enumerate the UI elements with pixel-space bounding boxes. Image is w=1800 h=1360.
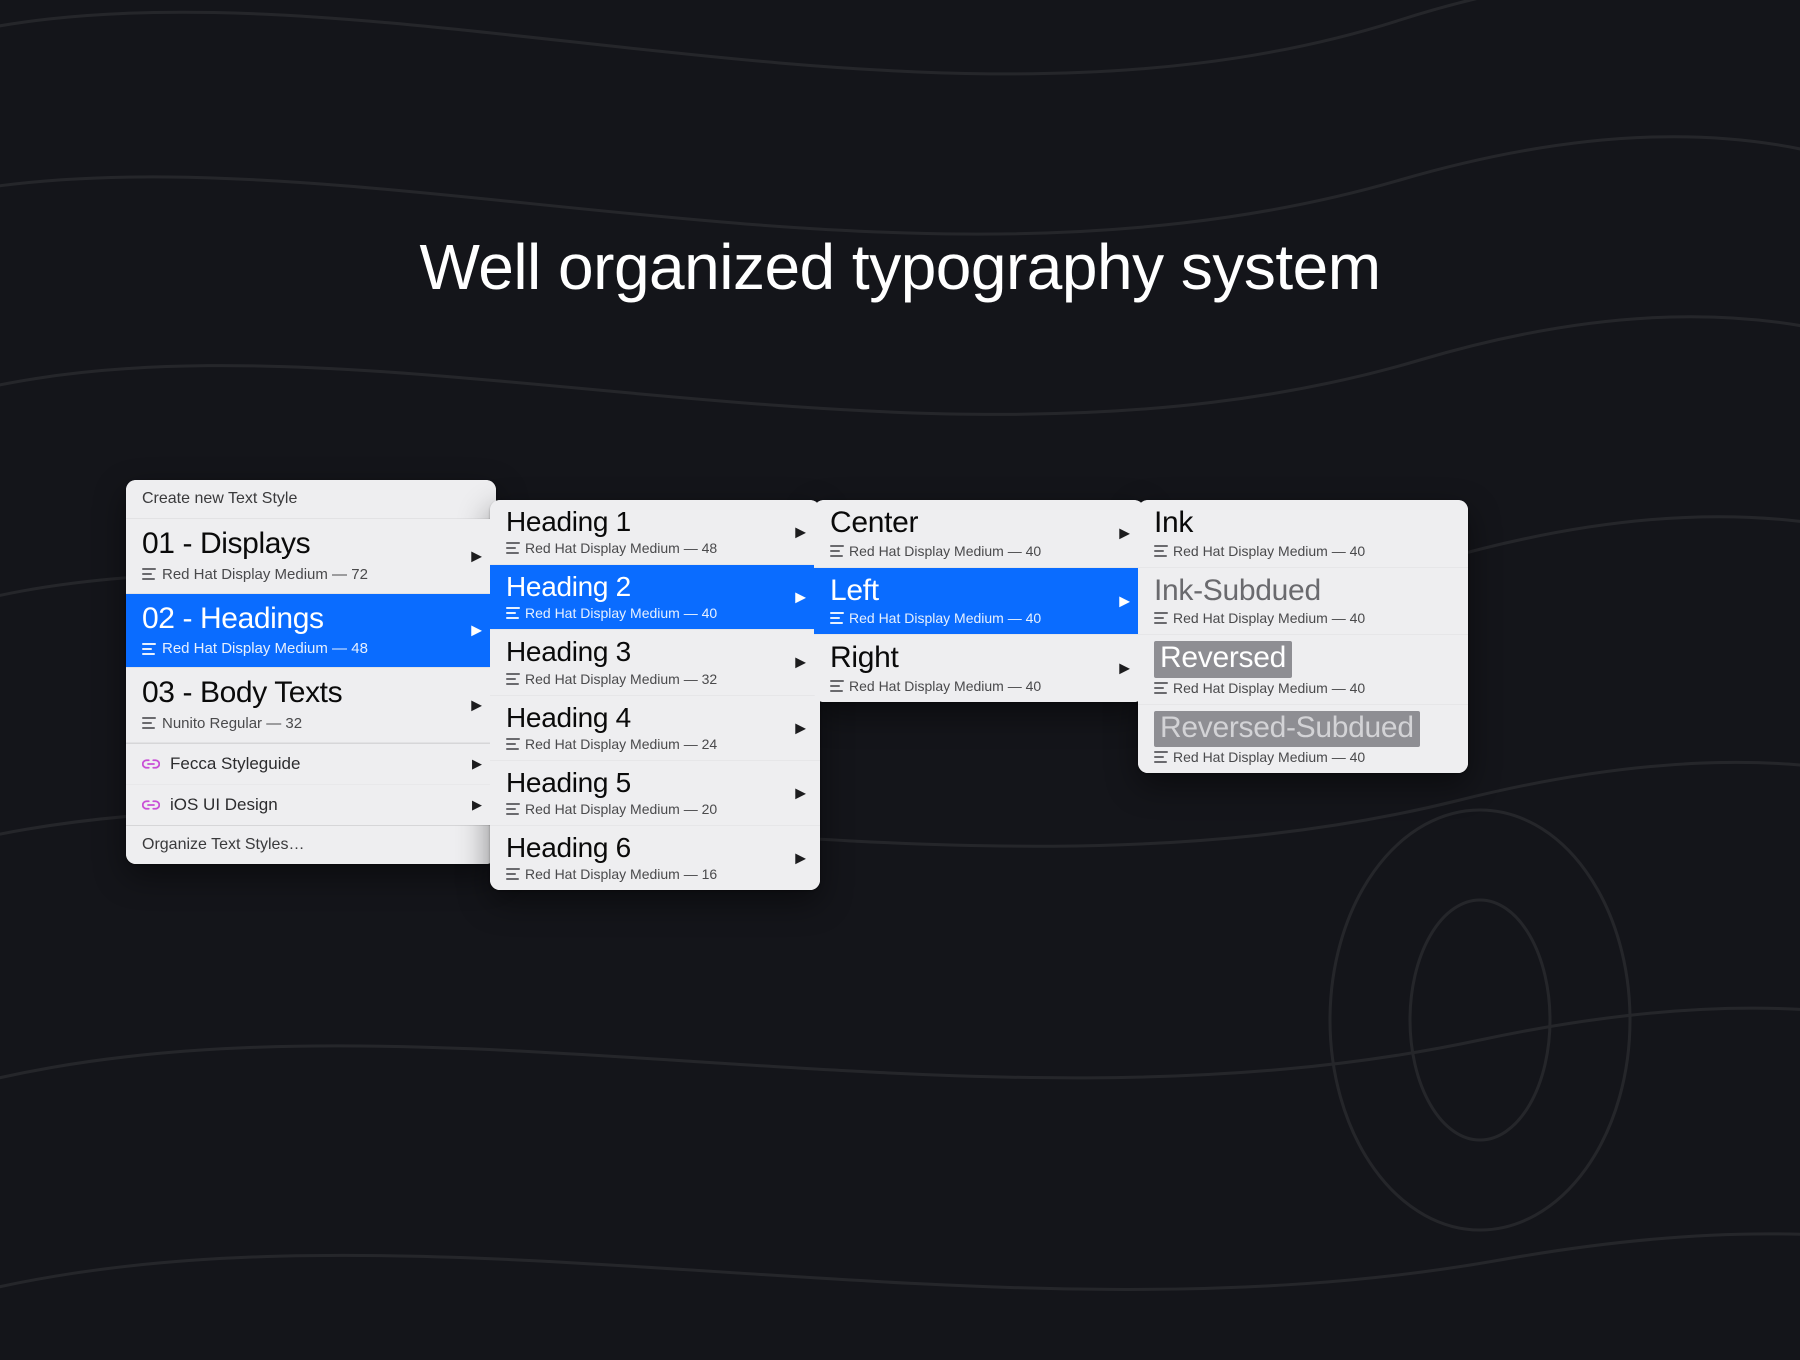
style-meta: Red Hat Display Medium — 40 xyxy=(506,605,804,621)
chevron-right-icon: ▶ xyxy=(1119,660,1130,677)
align-icon xyxy=(830,612,844,624)
text-style-root-menu: Create new Text Style 01 - Displays Red … xyxy=(126,480,496,864)
style-meta: Red Hat Display Medium — 40 xyxy=(830,678,1128,694)
library-link-fecca[interactable]: Fecca Styleguide ▶ xyxy=(126,743,496,784)
variant-ink-subdued[interactable]: Ink-Subdued Red Hat Display Medium — 40 xyxy=(1138,568,1468,636)
style-meta: Red Hat Display Medium — 40 xyxy=(1154,610,1452,626)
variant-reversed-subdued[interactable]: Reversed-Subdued Red Hat Display Medium … xyxy=(1138,705,1468,774)
style-meta: Red Hat Display Medium — 20 xyxy=(506,801,804,817)
style-label: Heading 4 xyxy=(506,702,804,734)
chevron-right-icon: ▶ xyxy=(1119,525,1130,542)
chevron-right-icon: ▶ xyxy=(471,622,482,639)
heading-1[interactable]: Heading 1 Red Hat Display Medium — 48 ▶ xyxy=(490,500,820,565)
style-label: Right xyxy=(830,641,1128,676)
style-meta: Red Hat Display Medium — 48 xyxy=(506,540,804,556)
align-icon xyxy=(506,673,520,685)
chevron-right-icon: ▶ xyxy=(795,589,806,606)
chevron-right-icon: ▶ xyxy=(472,797,482,813)
library-link-label: Fecca Styleguide xyxy=(170,754,300,774)
style-group-meta: Red Hat Display Medium — 48 xyxy=(142,640,480,657)
chevron-right-icon: ▶ xyxy=(795,719,806,736)
style-label: Heading 1 xyxy=(506,506,804,538)
link-icon xyxy=(142,757,160,771)
align-right[interactable]: Right Red Hat Display Medium — 40 ▶ xyxy=(814,635,1144,702)
style-group-label: 01 - Displays xyxy=(142,527,480,562)
align-center[interactable]: Center Red Hat Display Medium — 40 ▶ xyxy=(814,500,1144,568)
variant-ink[interactable]: Ink Red Hat Display Medium — 40 xyxy=(1138,500,1468,568)
align-icon xyxy=(506,738,520,750)
style-meta: Red Hat Display Medium — 16 xyxy=(506,866,804,882)
variant-reversed[interactable]: Reversed Red Hat Display Medium — 40 xyxy=(1138,635,1468,705)
chevron-right-icon: ▶ xyxy=(471,696,482,713)
style-meta: Red Hat Display Medium — 40 xyxy=(1154,749,1452,765)
heading-5[interactable]: Heading 5 Red Hat Display Medium — 20 ▶ xyxy=(490,761,820,826)
align-left[interactable]: Left Red Hat Display Medium — 40 ▶ xyxy=(814,568,1144,636)
align-icon xyxy=(830,545,844,557)
align-icon xyxy=(142,568,156,580)
style-label: Heading 3 xyxy=(506,636,804,668)
align-icon xyxy=(506,803,520,815)
headings-submenu: Heading 1 Red Hat Display Medium — 48 ▶ … xyxy=(490,500,820,890)
style-meta: Red Hat Display Medium — 40 xyxy=(1154,680,1452,696)
style-label: Reversed-Subdued xyxy=(1154,711,1420,748)
chevron-right-icon: ▶ xyxy=(795,524,806,541)
heading-2[interactable]: Heading 2 Red Hat Display Medium — 40 ▶ xyxy=(490,565,820,630)
style-group-label: 02 - Headings xyxy=(142,602,480,637)
style-group-displays[interactable]: 01 - Displays Red Hat Display Medium — 7… xyxy=(126,519,496,594)
library-link-ios[interactable]: iOS UI Design ▶ xyxy=(126,784,496,825)
style-menu-cascade: Create new Text Style 01 - Displays Red … xyxy=(126,480,1468,890)
organize-text-styles[interactable]: Organize Text Styles… xyxy=(126,825,496,864)
alignment-submenu: Center Red Hat Display Medium — 40 ▶ Lef… xyxy=(814,500,1144,702)
link-icon xyxy=(142,798,160,812)
style-meta: Red Hat Display Medium — 40 xyxy=(830,543,1128,559)
page-title: Well organized typography system xyxy=(0,230,1800,304)
align-icon xyxy=(506,542,520,554)
align-icon xyxy=(142,717,156,729)
style-group-label: 03 - Body Texts xyxy=(142,676,480,711)
style-group-body-texts[interactable]: 03 - Body Texts Nunito Regular — 32 ▶ xyxy=(126,668,496,743)
style-label: Center xyxy=(830,506,1128,541)
heading-6[interactable]: Heading 6 Red Hat Display Medium — 16 ▶ xyxy=(490,826,820,890)
heading-4[interactable]: Heading 4 Red Hat Display Medium — 24 ▶ xyxy=(490,696,820,761)
chevron-right-icon: ▶ xyxy=(795,850,806,867)
align-icon xyxy=(1154,682,1168,694)
chevron-right-icon: ▶ xyxy=(471,547,482,564)
align-icon xyxy=(506,868,520,880)
style-group-headings[interactable]: 02 - Headings Red Hat Display Medium — 4… xyxy=(126,594,496,669)
chevron-right-icon: ▶ xyxy=(795,784,806,801)
style-label: Heading 2 xyxy=(506,571,804,603)
style-meta: Red Hat Display Medium — 32 xyxy=(506,671,804,687)
style-group-meta: Nunito Regular — 32 xyxy=(142,715,480,732)
style-label: Ink-Subdued xyxy=(1154,574,1452,609)
style-label: Heading 5 xyxy=(506,767,804,799)
style-label: Ink xyxy=(1154,506,1452,541)
chevron-right-icon: ▶ xyxy=(1119,592,1130,609)
chevron-right-icon: ▶ xyxy=(795,654,806,671)
create-text-style[interactable]: Create new Text Style xyxy=(126,480,496,519)
library-link-label: iOS UI Design xyxy=(170,795,278,815)
align-icon xyxy=(1154,612,1168,624)
style-label: Left xyxy=(830,574,1128,609)
align-icon xyxy=(1154,545,1168,557)
style-group-meta: Red Hat Display Medium — 72 xyxy=(142,566,480,583)
style-meta: Red Hat Display Medium — 40 xyxy=(830,610,1128,626)
chevron-right-icon: ▶ xyxy=(472,756,482,772)
align-icon xyxy=(830,680,844,692)
align-icon xyxy=(506,607,520,619)
color-variant-submenu: Ink Red Hat Display Medium — 40 Ink-Subd… xyxy=(1138,500,1468,773)
style-label: Heading 6 xyxy=(506,832,804,864)
heading-3[interactable]: Heading 3 Red Hat Display Medium — 32 ▶ xyxy=(490,630,820,695)
style-label: Reversed xyxy=(1154,641,1292,678)
align-icon xyxy=(142,643,156,655)
align-icon xyxy=(1154,751,1168,763)
style-meta: Red Hat Display Medium — 40 xyxy=(1154,543,1452,559)
style-meta: Red Hat Display Medium — 24 xyxy=(506,736,804,752)
